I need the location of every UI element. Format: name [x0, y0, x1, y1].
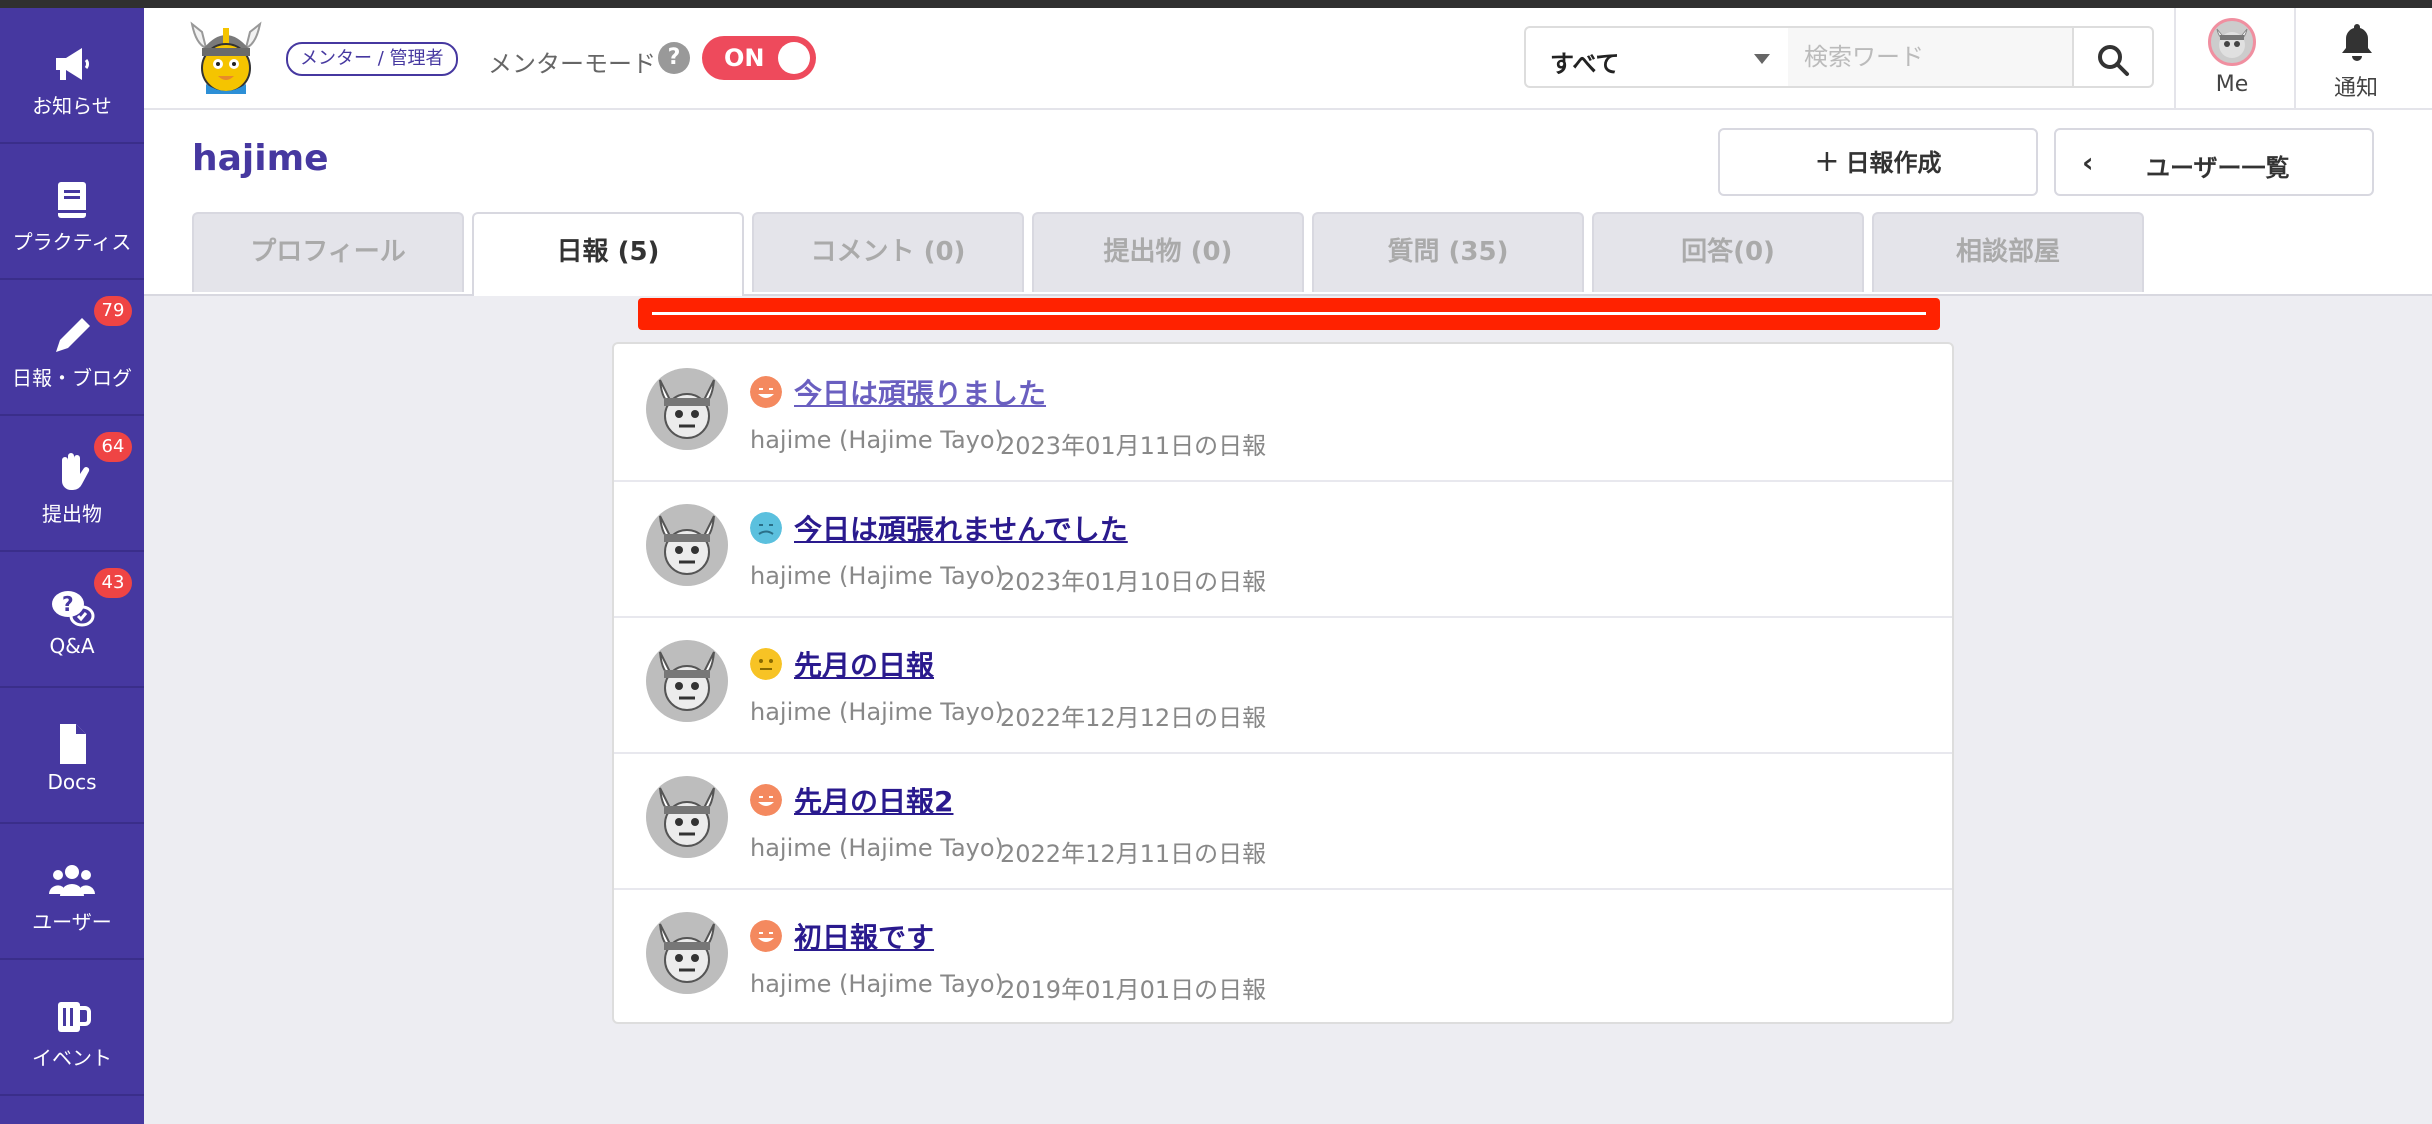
avatar[interactable] [646, 368, 728, 450]
alert-bar-line [652, 312, 1926, 315]
users-icon [49, 865, 95, 896]
search-scope-value: すべて [1550, 50, 1620, 78]
tab-answers[interactable]: 回答(0) [1592, 212, 1864, 292]
report-title-link[interactable]: 初日報です [794, 916, 934, 956]
tab-reports[interactable]: 日報 (5) [472, 212, 744, 296]
sidebar-item-users[interactable]: ユーザー [0, 824, 144, 960]
page-title: hajime [192, 138, 329, 179]
happy-face-icon [750, 376, 782, 408]
chevron-left-icon: ‹ [2082, 146, 2094, 179]
sidebar-item-label: お知らせ [32, 94, 112, 118]
global-sidebar: お知らせ プラクティス 日報・ブログ 79 提出物 64 ? Q&A 43 Do… [0, 8, 144, 1124]
sidebar-item-submissions[interactable]: 提出物 64 [0, 416, 144, 552]
avatar[interactable] [646, 504, 728, 586]
user-list-label: ユーザー一覧 [2146, 154, 2290, 182]
user-page-header: hajime + 日報作成 ‹ ユーザー一覧 プロフィール 日報 (5) コメント … [144, 110, 2432, 296]
qa-icon: ? [52, 591, 95, 627]
tab-questions[interactable]: 質問 (35) [1312, 212, 1584, 292]
unread-count-badge: 64 [94, 432, 132, 462]
sidebar-item-label: ユーザー [32, 910, 112, 934]
alert-bar [638, 298, 1940, 330]
sidebar-item-label: Q&A [49, 634, 95, 658]
document-icon [60, 724, 86, 764]
search-icon [2098, 45, 2129, 76]
toggle-state-label: ON [724, 44, 765, 72]
help-icon[interactable]: ? [658, 42, 690, 74]
me-menu[interactable]: Me [2176, 8, 2288, 108]
avatar[interactable] [646, 912, 728, 994]
report-date: 2023年01月11日の日報 [1000, 432, 1267, 460]
list-item[interactable]: 今日は頑張りました hajime (Hajime Tayo) 2023年01月1… [614, 344, 1952, 482]
report-date: 2019年01月01日の日報 [1000, 976, 1267, 1004]
tab-submissions[interactable]: 提出物 (0) [1032, 212, 1304, 292]
unread-count-badge: 43 [94, 568, 132, 598]
neutral-face-icon [750, 648, 782, 680]
pencil-icon [56, 318, 90, 352]
viking-logo-icon[interactable] [188, 18, 264, 96]
book-icon [58, 182, 86, 218]
sad-face-icon [750, 512, 782, 544]
megaphone-icon [56, 48, 89, 80]
list-item[interactable]: 先月の日報 hajime (Hajime Tayo) 2022年12月12日の日… [614, 616, 1952, 754]
user-list-button[interactable]: ‹ ユーザー一覧 [2054, 128, 2374, 196]
list-item[interactable]: 今日は頑張れませんでした hajime (Hajime Tayo) 2023年0… [614, 480, 1952, 618]
avatar [2208, 18, 2256, 66]
beer-mug-icon [58, 1002, 91, 1032]
happy-face-icon [750, 920, 782, 952]
sidebar-item-label: イベント [32, 1046, 112, 1070]
report-date: 2023年01月10日の日報 [1000, 568, 1267, 596]
sidebar-item-label: プラクティス [12, 230, 132, 254]
hand-icon [62, 453, 90, 490]
top-header: メンター / 管理者 メンターモード ? ON すべて Me 通知 [144, 8, 2432, 110]
unread-count-badge: 79 [94, 296, 132, 326]
mentor-mode-label: メンターモード [488, 50, 656, 78]
report-date: 2022年12月12日の日報 [1000, 704, 1267, 732]
list-item[interactable]: 初日報です hajime (Hajime Tayo) 2019年01月01日の日… [614, 888, 1952, 1024]
window-top-strip [0, 0, 2432, 8]
report-title-link[interactable]: 今日は頑張れませんでした [794, 508, 1128, 548]
sidebar-item-docs[interactable]: Docs [0, 688, 144, 824]
sidebar-item-label: 日報・ブログ [12, 366, 132, 390]
avatar[interactable] [646, 776, 728, 858]
create-report-button[interactable]: + 日報作成 [1718, 128, 2038, 196]
sidebar-item-events[interactable]: イベント [0, 960, 144, 1096]
sidebar-item-label: 提出物 [42, 502, 102, 526]
report-author[interactable]: hajime (Hajime Tayo) [750, 834, 1004, 862]
toggle-knob [778, 42, 810, 74]
report-author[interactable]: hajime (Hajime Tayo) [750, 970, 1004, 998]
bell-icon [2342, 24, 2372, 61]
list-item[interactable]: 先月の日報2 hajime (Hajime Tayo) 2022年12月11日の… [614, 752, 1952, 890]
notifications-label: 通知 [2333, 76, 2378, 101]
mentor-mode-toggle[interactable]: ON [702, 36, 816, 80]
search-input[interactable] [1788, 26, 2076, 88]
notifications-button[interactable]: 通知 [2296, 8, 2416, 108]
create-report-label: 日報作成 [1845, 149, 1942, 177]
sidebar-item-practices[interactable]: プラクティス [0, 144, 144, 280]
happy-face-icon [750, 784, 782, 816]
report-title-link[interactable]: 先月の日報2 [794, 780, 953, 820]
search-scope-select[interactable]: すべて [1524, 26, 1790, 88]
report-author[interactable]: hajime (Hajime Tayo) [750, 562, 1004, 590]
tab-comments[interactable]: コメント (0) [752, 212, 1024, 292]
role-badge: メンター / 管理者 [286, 42, 458, 76]
plus-icon: + [1814, 144, 1840, 179]
report-list: 今日は頑張りました hajime (Hajime Tayo) 2023年01月1… [612, 342, 1954, 1024]
report-title-link[interactable]: 今日は頑張りました [794, 372, 1046, 412]
sidebar-item-label: Docs [47, 770, 97, 794]
sidebar-item-announcements[interactable]: お知らせ [0, 8, 144, 144]
chevron-down-icon [1754, 54, 1770, 64]
tab-profile[interactable]: プロフィール [192, 212, 464, 292]
report-date: 2022年12月11日の日報 [1000, 840, 1267, 868]
search-button[interactable] [2072, 26, 2154, 88]
report-author[interactable]: hajime (Hajime Tayo) [750, 426, 1004, 454]
avatar[interactable] [646, 640, 728, 722]
sidebar-item-qa[interactable]: ? Q&A 43 [0, 552, 144, 688]
sidebar-item-reports-blog[interactable]: 日報・ブログ 79 [0, 280, 144, 416]
report-title-link[interactable]: 先月の日報 [794, 644, 934, 684]
tab-consultation-room[interactable]: 相談部屋 [1872, 212, 2144, 292]
me-label: Me [2215, 72, 2249, 97]
report-author[interactable]: hajime (Hajime Tayo) [750, 698, 1004, 726]
